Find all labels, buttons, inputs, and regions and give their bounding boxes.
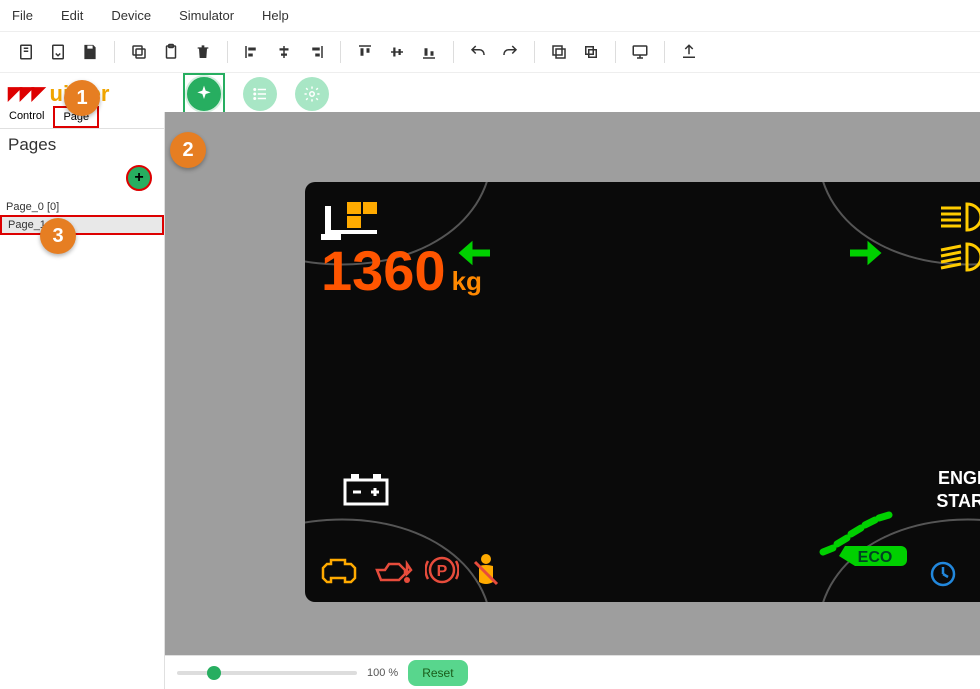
zoom-slider-thumb[interactable]: [207, 666, 221, 680]
align-left-button[interactable]: [238, 38, 266, 66]
battery-icon: [341, 472, 391, 508]
undo-button[interactable]: [464, 38, 492, 66]
callout-2: 2: [170, 132, 206, 168]
toolbar-separator: [453, 41, 454, 63]
turn-left-icon: [455, 232, 497, 274]
turn-right-icon: [843, 232, 885, 274]
toolbar-separator: [615, 41, 616, 63]
menu-simulator[interactable]: Simulator: [179, 8, 234, 23]
engine-start-label: ENGIN START: [936, 467, 980, 514]
high-beam-icon: [939, 200, 980, 234]
mode-list-button[interactable]: [243, 77, 277, 111]
eco-gauge-icon: ECO: [815, 508, 915, 568]
paste-button[interactable]: [157, 38, 185, 66]
toolbar-separator: [534, 41, 535, 63]
align-center-v-button[interactable]: [383, 38, 411, 66]
pallet-icon: [321, 200, 381, 242]
copy-button[interactable]: [125, 38, 153, 66]
device-screen[interactable]: 1360 kg: [305, 182, 980, 602]
low-beam-icon: [939, 240, 980, 274]
align-right-button[interactable]: [302, 38, 330, 66]
toolbar-separator: [227, 41, 228, 63]
oil-icon: [373, 554, 413, 586]
left-panel: Control Page Pages + Page_0 [0] Page_1 […: [0, 112, 165, 689]
svg-text:ECO: ECO: [858, 549, 893, 566]
toolbar-separator: [114, 41, 115, 63]
panel-title: Pages: [0, 129, 164, 157]
toolbar: [0, 31, 980, 73]
engine-line1: ENGIN: [936, 467, 980, 490]
menu-help[interactable]: Help: [262, 8, 289, 23]
menu-device[interactable]: Device: [111, 8, 151, 23]
preview-button[interactable]: [626, 38, 654, 66]
zoom-bar: 100 % Reset: [165, 655, 980, 689]
seatbelt-icon: [471, 552, 501, 588]
align-top-button[interactable]: [351, 38, 379, 66]
menu-file[interactable]: File: [12, 8, 33, 23]
layers-button[interactable]: [577, 38, 605, 66]
add-button-row: +: [0, 157, 164, 199]
align-bottom-button[interactable]: [415, 38, 443, 66]
tab-control[interactable]: Control: [0, 106, 53, 128]
save-button[interactable]: [76, 38, 104, 66]
duplicate-button[interactable]: [545, 38, 573, 66]
parking-brake-icon: P: [425, 553, 459, 587]
zoom-value: 100 %: [367, 667, 398, 679]
zoom-reset-button[interactable]: Reset: [408, 660, 467, 686]
redo-button[interactable]: [496, 38, 524, 66]
callout-3: 3: [40, 218, 76, 254]
toolbar-separator: [340, 41, 341, 63]
eco-gauge: ECO: [815, 508, 915, 568]
add-page-button[interactable]: +: [126, 165, 152, 191]
mode-settings-button[interactable]: [295, 77, 329, 111]
toolbar-separator: [664, 41, 665, 63]
menu-edit[interactable]: Edit: [61, 8, 83, 23]
page-item-1[interactable]: Page_1 [1]: [0, 215, 164, 235]
mode-design-button[interactable]: [187, 77, 221, 111]
menu-bar: File Edit Device Simulator Help: [0, 0, 980, 31]
engine-line2: START: [936, 490, 980, 513]
check-engine-icon: [321, 554, 361, 586]
callout-1: 1: [64, 80, 100, 116]
align-center-h-button[interactable]: [270, 38, 298, 66]
upload-button[interactable]: [675, 38, 703, 66]
warning-icons: P: [321, 552, 501, 588]
svg-text:P: P: [437, 563, 448, 580]
page-item-0[interactable]: Page_0 [0]: [0, 199, 164, 215]
headlights-group: [939, 200, 980, 274]
mode-buttons: [165, 73, 329, 114]
new-file-button[interactable]: [12, 38, 40, 66]
logo-glyph-icon: ◤◤◤: [8, 83, 44, 104]
clock-icon: [929, 560, 957, 588]
page-list: Page_0 [0] Page_1 [1]: [0, 199, 164, 235]
zoom-slider[interactable]: [177, 671, 357, 675]
weight-value: 1360: [321, 238, 446, 303]
delete-button[interactable]: [189, 38, 217, 66]
mode-design-frame: [183, 73, 225, 115]
open-file-button[interactable]: [44, 38, 72, 66]
canvas-area[interactable]: 1360 kg: [165, 112, 980, 655]
